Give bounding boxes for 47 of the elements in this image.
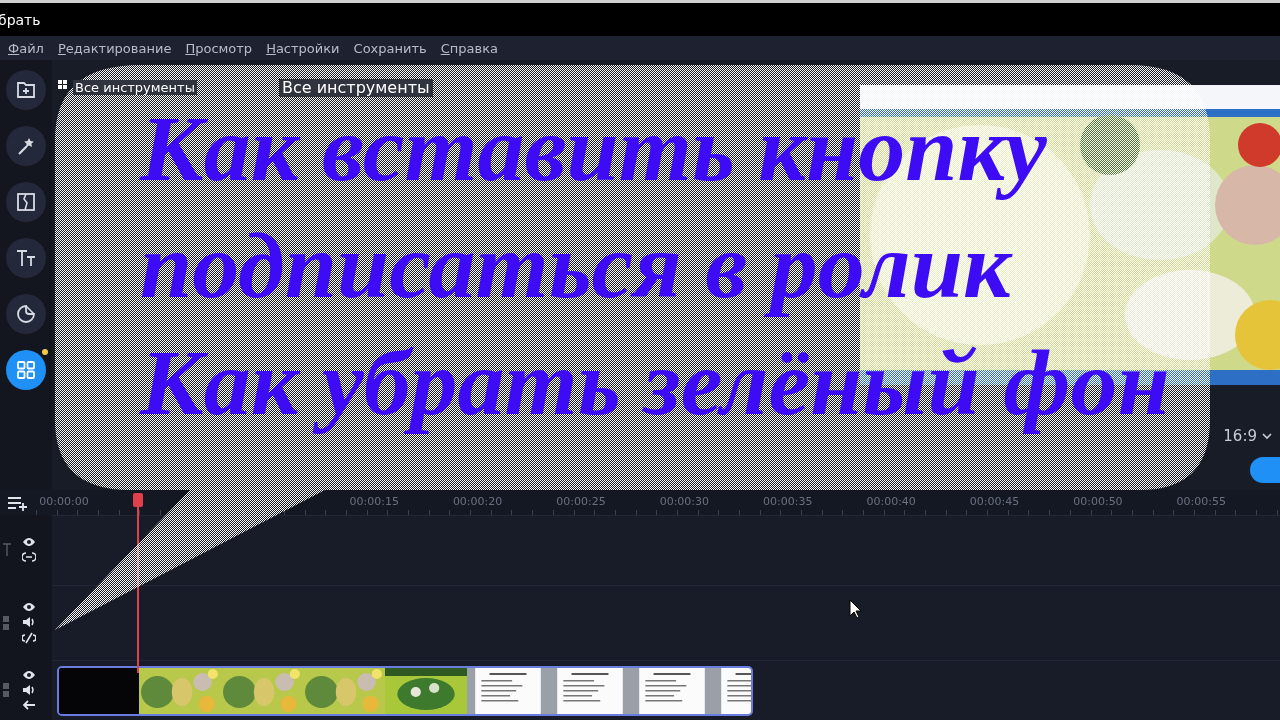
menu-item[interactable]: Сохранить <box>347 40 433 56</box>
aspect-ratio-dropdown[interactable]: 16:9 <box>1223 427 1257 445</box>
time-label: 00:00:30 <box>659 494 711 508</box>
mouse-cursor-icon <box>849 599 863 619</box>
time-label: 00:00:50 <box>1073 494 1124 508</box>
time-label: 00:00:45 <box>969 494 1021 508</box>
eye-icon[interactable] <box>22 537 36 547</box>
time-label: 00:00:15 <box>349 494 400 508</box>
text-icon <box>15 248 37 268</box>
eye-icon[interactable] <box>22 601 36 612</box>
folder-plus-icon <box>16 80 36 100</box>
sticker-icon <box>16 304 36 324</box>
arrow-left-icon[interactable] <box>22 700 36 710</box>
link-icon[interactable] <box>22 551 36 563</box>
caret-icon <box>1262 432 1272 440</box>
unlink-icon[interactable] <box>22 631 36 644</box>
tool-button[interactable] <box>6 182 46 222</box>
speaker-icon[interactable] <box>22 684 36 696</box>
time-label: 00:00:40 <box>866 494 917 508</box>
speaker-icon[interactable] <box>22 615 36 628</box>
video-clip[interactable] <box>57 665 753 716</box>
grid-icon <box>16 360 36 380</box>
tool-button[interactable] <box>6 126 46 166</box>
tool-button[interactable] <box>6 238 46 278</box>
add-track-icon[interactable] <box>7 494 30 511</box>
time-label: 00:00:20 <box>452 494 504 508</box>
film-icon <box>2 682 12 698</box>
tool-button[interactable] <box>6 294 46 334</box>
time-label: 00:00:00 <box>39 494 90 508</box>
time-label: 00:00:35 <box>763 494 814 508</box>
text-track-icon <box>2 542 12 558</box>
tool-button[interactable] <box>6 350 46 390</box>
menu-item[interactable]: Справка <box>434 40 504 56</box>
toggle-button[interactable] <box>1250 457 1280 483</box>
eye-icon[interactable] <box>22 670 36 680</box>
tool-button[interactable] <box>6 70 46 110</box>
menu-item[interactable]: Настройки <box>260 40 346 56</box>
menu-item[interactable]: Файл <box>2 40 50 56</box>
transition-icon <box>16 192 36 212</box>
panel-heading: Все инструменты <box>278 79 433 97</box>
film-icon <box>2 614 12 631</box>
menu-item[interactable]: Просмотр <box>179 40 259 56</box>
magic-wand-icon <box>16 136 36 156</box>
time-label: 00:00:25 <box>556 494 607 508</box>
menu-item[interactable]: Редактирование <box>51 40 178 56</box>
time-label: 00:00:55 <box>1176 494 1227 508</box>
grid-icon <box>58 80 67 89</box>
